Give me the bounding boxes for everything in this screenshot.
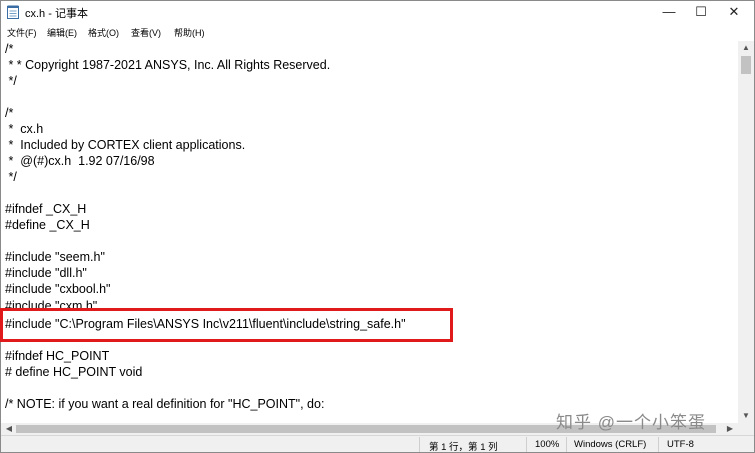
scroll-down-icon[interactable]: ▼ [738, 411, 754, 420]
text-line: * * Copyright 1987-2021 ANSYS, Inc. All … [5, 58, 331, 72]
text-line: #ifndef _CX_H [5, 202, 87, 216]
scrollbar-corner [738, 423, 754, 435]
watermark-text: 知乎 @一个小笨蛋 [556, 413, 706, 432]
maximize-button[interactable]: ☐ [684, 1, 718, 23]
status-divider [566, 437, 567, 452]
menu-format[interactable]: 格式(O) [88, 26, 119, 39]
scroll-up-icon[interactable]: ▲ [738, 43, 754, 52]
title-bar[interactable]: cx.h - 记事本 — ☐ ✕ [1, 1, 754, 23]
text-line: /* [5, 42, 14, 56]
text-line: * @(#)cx.h 1.92 07/16/98 [5, 154, 155, 168]
notepad-window: cx.h - 记事本 — ☐ ✕ 文件(F) 编辑(E) 格式(O) 查看(V)… [0, 0, 755, 453]
minimize-button[interactable]: — [652, 1, 686, 23]
text-line: */ [5, 170, 17, 184]
menu-edit[interactable]: 编辑(E) [47, 26, 77, 39]
vertical-scroll-thumb[interactable] [741, 56, 751, 74]
menu-help[interactable]: 帮助(H) [174, 26, 205, 39]
vertical-scrollbar[interactable] [738, 41, 754, 423]
text-line: /* NOTE: if you want a real definition f… [5, 397, 325, 411]
close-button[interactable]: ✕ [717, 1, 751, 23]
text-editor[interactable]: /* * * Copyright 1987-2021 ANSYS, Inc. A… [1, 41, 738, 423]
scroll-left-icon[interactable]: ◀ [1, 424, 17, 433]
text-line: /* [5, 106, 14, 120]
menu-view[interactable]: 查看(V) [131, 26, 161, 39]
cursor-position: 第 1 行，第 1 列 [429, 442, 498, 453]
line-ending: Windows (CRLF) [574, 439, 647, 450]
text-line: * Included by CORTEX client applications… [5, 138, 246, 152]
text-line: #include "seem.h" [5, 250, 105, 264]
red-highlight-box [0, 308, 453, 342]
menu-bar: 文件(F) 编辑(E) 格式(O) 查看(V) 帮助(H) [1, 23, 754, 41]
text-line: * cx.h [5, 122, 44, 136]
text-line: # define HC_POINT void [5, 365, 143, 379]
text-encoding: UTF-8 [667, 439, 694, 450]
text-line: #ifndef HC_POINT [5, 349, 110, 363]
menu-file[interactable]: 文件(F) [7, 26, 37, 39]
status-divider [526, 437, 527, 452]
window-title: cx.h - 记事本 [25, 8, 88, 20]
text-line: #include "cxbool.h" [5, 282, 111, 296]
status-divider [419, 437, 420, 452]
notepad-icon [7, 5, 19, 19]
text-line: */ [5, 74, 17, 88]
scroll-right-icon[interactable]: ▶ [722, 424, 738, 433]
zoom-level: 100% [535, 439, 560, 450]
text-line: #include "dll.h" [5, 266, 87, 280]
text-line: #define _CX_H [5, 218, 90, 232]
status-bar: 第 1 行，第 1 列 100% Windows (CRLF) UTF-8 [1, 435, 754, 453]
status-divider [658, 437, 659, 452]
